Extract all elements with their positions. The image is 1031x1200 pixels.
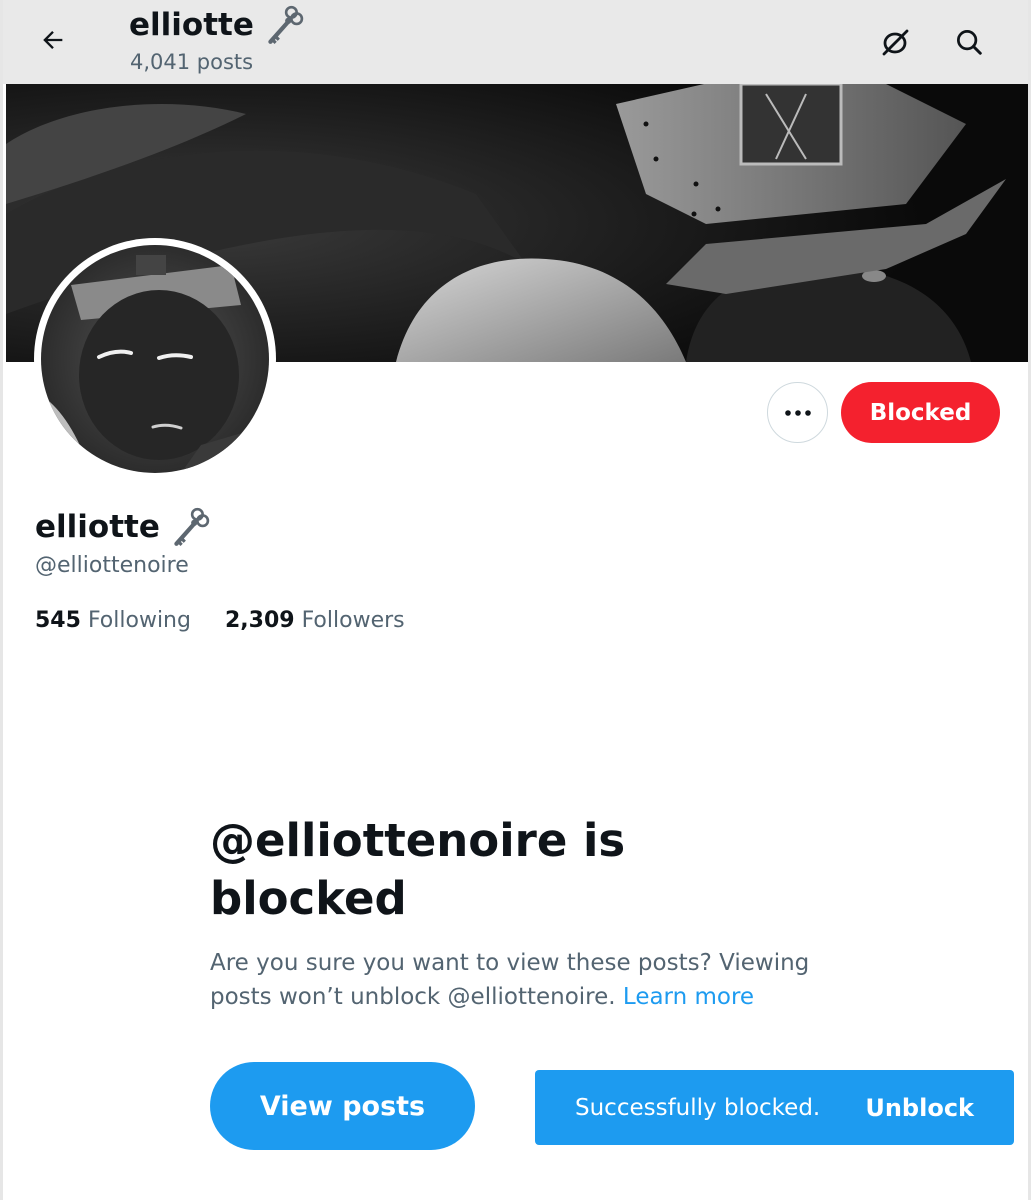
blocked-notice-description: Are you sure you want to view these post… [210, 946, 850, 1014]
more-button[interactable] [767, 382, 828, 443]
search-icon [957, 30, 982, 55]
top-bar: elliotte 4,041 posts [3, 0, 1028, 84]
learn-more-link[interactable]: Learn more [623, 984, 754, 1010]
old-key-icon [268, 5, 304, 44]
notifications-off-button[interactable] [875, 22, 915, 62]
following-count: 545 [35, 608, 81, 633]
avatar[interactable] [34, 238, 276, 480]
page-title: elliotte [129, 4, 304, 46]
more-horizontal-icon [784, 409, 811, 416]
profile-name: elliotte [35, 506, 210, 548]
old-key-icon [174, 507, 210, 546]
toast-notification: Successfully blocked. Unblock [535, 1070, 1014, 1145]
followers-count: 2,309 [224, 608, 295, 633]
blocked-button[interactable]: Blocked [841, 382, 1000, 443]
following-label: Following [87, 608, 191, 633]
unblock-button[interactable]: Unblock [865, 1094, 974, 1122]
posts-count: 4,041 posts [130, 50, 254, 74]
view-posts-button[interactable]: View posts [210, 1062, 475, 1150]
profile-stats: 545 Following 2,309 Followers [35, 608, 405, 633]
avatar-illustration [41, 245, 269, 473]
avatar-image [41, 245, 269, 473]
search-button[interactable] [949, 22, 989, 62]
back-button[interactable] [33, 22, 73, 58]
toast-message: Successfully blocked. [575, 1094, 821, 1121]
profile-page: elliotte 4,041 posts Blocked elliotte @e… [0, 0, 1031, 1200]
page-title-text: elliotte [129, 7, 254, 43]
following-link[interactable]: 545 Following [35, 608, 191, 633]
profile-handle: @elliottenoire [35, 553, 189, 578]
bell-slash-icon [882, 29, 909, 56]
followers-link[interactable]: 2,309 Followers [225, 608, 405, 633]
arrow-left-icon [43, 31, 63, 49]
followers-label: Followers [301, 608, 405, 633]
profile-name-text: elliotte [35, 509, 160, 545]
blocked-notice-title: @elliottenoire is blocked [210, 814, 626, 925]
